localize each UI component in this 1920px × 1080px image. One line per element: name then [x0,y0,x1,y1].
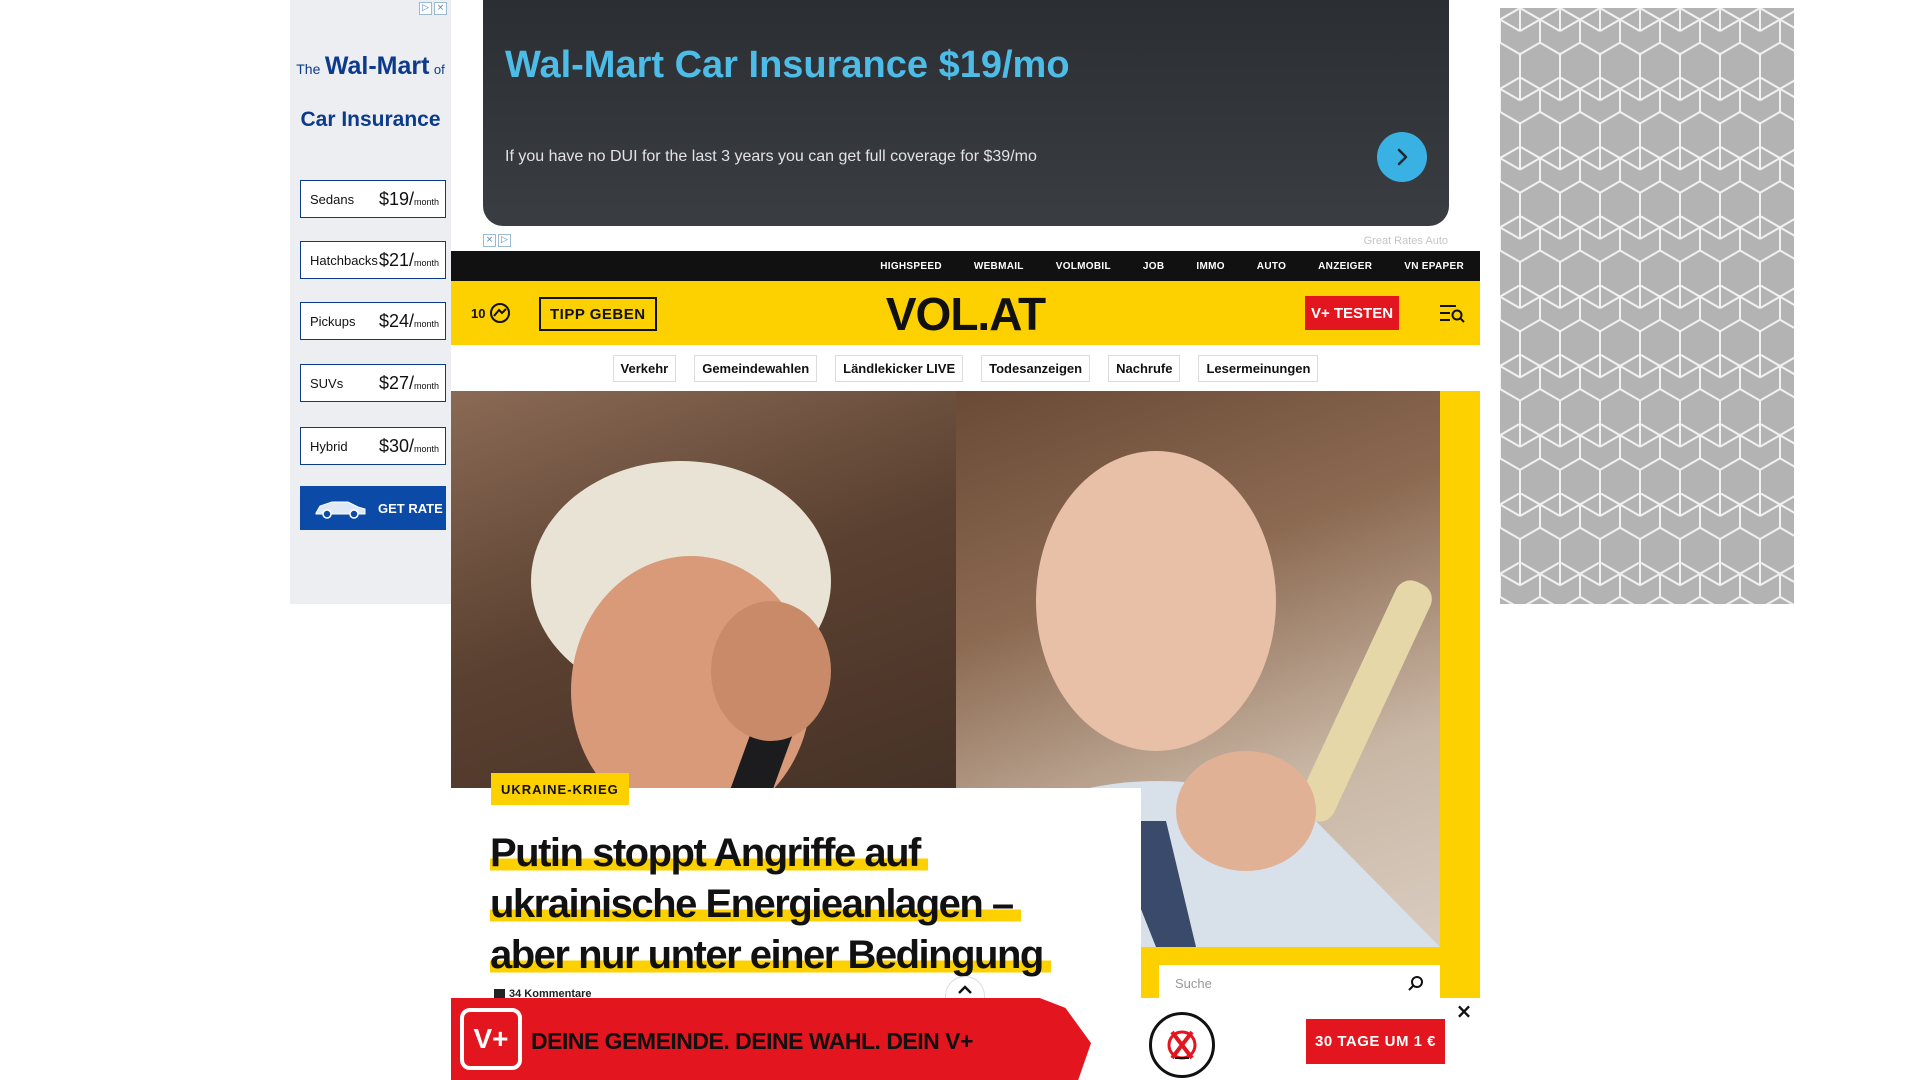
get-rate-label: GET RATE [378,500,443,516]
rate-row-pickups[interactable]: Pickups $24/month [300,302,446,340]
adchoices-icon[interactable]: ▷ [419,2,432,15]
sticky-promo-text: DEINE GEMEINDE. DEINE WAHL. DEIN V+ [531,1028,973,1054]
topic-todesanzeigen[interactable]: Todesanzeigen [981,354,1091,382]
topnav-job[interactable]: JOB [1143,261,1164,272]
vote-x-icon [1167,1030,1197,1060]
article-headline-line-2[interactable]: ukrainische Energieanlagen – [490,880,1021,928]
weather-widget[interactable]: 10 [471,302,511,324]
ad-brand-name: Wal-Mart [324,52,430,80]
tipp-geben-button[interactable]: TIPP GEBEN [539,297,657,331]
temperature: 10 [471,305,486,321]
menu-search-icon[interactable] [1439,303,1465,323]
rate-name: Hatchbacks [310,252,378,268]
rate-price: $21/month [378,249,439,270]
topic-lesermeinungen[interactable]: Lesermeinungen [1198,354,1319,382]
ad-sponsor: Great Rates Auto [1363,235,1448,247]
rate-price: $19/month [378,188,439,209]
ad-subtitle: Car Insurance [300,108,441,131]
hero-side-stripe [1440,391,1480,947]
rate-row-suvs[interactable]: SUVs $27/month [300,364,446,402]
adchoices[interactable]: ▷ × [419,2,447,15]
ad-arrow-button[interactable] [1377,132,1427,182]
topnav-vn-epaper[interactable]: VN EPAPER [1404,261,1464,272]
get-rate-button[interactable]: GET RATE [300,486,446,530]
ad-brand-the: The [296,61,321,77]
right-pattern-ad[interactable] [1500,8,1794,604]
site-logo-text[interactable]: VOL.AT [886,288,1046,340]
rate-price: $27/month [378,372,439,393]
topic-nachrufe[interactable]: Nachrufe [1108,354,1181,382]
vplus-logo: V+ [460,1008,522,1070]
rate-price: $30/month [378,435,439,456]
chevron-up-icon [958,984,972,994]
ballot-icon [1149,1012,1215,1078]
topic-gemeindewahlen[interactable]: Gemeindewahlen [694,354,818,382]
top-nav: HIGHSPEED WEBMAIL VOLMOBIL JOB IMMO AUTO… [451,251,1480,281]
article-headline-line-1[interactable]: Putin stoppt Angriffe auf [490,829,928,877]
left-skyscraper-ad[interactable]: ▷ × The Wal-Mart of Car Insurance Sedans… [290,0,451,604]
topnav-webmail[interactable]: WEBMAIL [974,261,1024,272]
rate-name: Sedans [310,191,355,207]
ad-description: If you have no DUI for the last 3 years … [505,148,1037,165]
rate-name: Hybrid [310,438,348,454]
ad-close-icon[interactable]: × [483,234,496,247]
rate-row-hybrid[interactable]: Hybrid $30/month [300,427,446,465]
rate-price: $24/month [378,310,439,331]
vplus-testen-button[interactable]: V+ TESTEN [1305,296,1399,330]
topic-laendlekicker-live[interactable]: Ländlekicker LIVE [835,354,964,382]
topnav-auto[interactable]: AUTO [1257,261,1286,272]
rate-name: SUVs [310,375,344,391]
topic-verkehr[interactable]: Verkehr [612,354,677,382]
site-header: 10 TIPP GEBEN VOL.AT V+ TESTEN [451,281,1480,345]
top-banner-ad[interactable]: Wal-Mart Car Insurance $19/mo If you hav… [483,0,1449,226]
ad-brand: The Wal-Mart of [290,52,451,81]
topnav-immo[interactable]: IMMO [1196,261,1224,272]
top-ad-adchoices[interactable]: × ▷ [483,234,511,247]
page: ▷ × The Wal-Mart of Car Insurance Sedans… [0,0,1920,1080]
weather-icon [490,303,511,323]
topnav-volmobil[interactable]: VOLMOBIL [1056,261,1111,272]
ad-headline[interactable]: Wal-Mart Car Insurance $19/mo [505,44,1070,87]
rate-row-hatchbacks[interactable]: Hatchbacks $21/month [300,241,446,279]
search-icon[interactable] [1408,975,1424,991]
search-input[interactable]: Suche [1159,965,1440,1001]
search-placeholder: Suche [1175,975,1212,991]
close-icon[interactable]: × [1455,1001,1473,1021]
topnav-anzeiger[interactable]: ANZEIGER [1318,261,1372,272]
topnav-highspeed[interactable]: HIGHSPEED [880,261,942,272]
article-category[interactable]: UKRAINE-KRIEG [491,773,629,805]
chevron-right-icon [1397,148,1408,166]
rate-row-sedans[interactable]: Sedans $19/month [300,180,446,218]
trial-cta-button[interactable]: 30 TAGE UM 1 € [1306,1019,1445,1064]
rate-name: Pickups [310,313,356,329]
ad-brand-of: of [433,62,445,77]
car-icon [315,501,366,519]
topic-nav: Verkehr Gemeindewahlen Ländlekicker LIVE… [451,345,1480,391]
article-headline-line-3[interactable]: aber nur unter einer Bedingung [490,931,1051,979]
adchoices-icon[interactable]: ▷ [498,234,511,247]
ad-close-icon[interactable]: × [434,2,447,15]
